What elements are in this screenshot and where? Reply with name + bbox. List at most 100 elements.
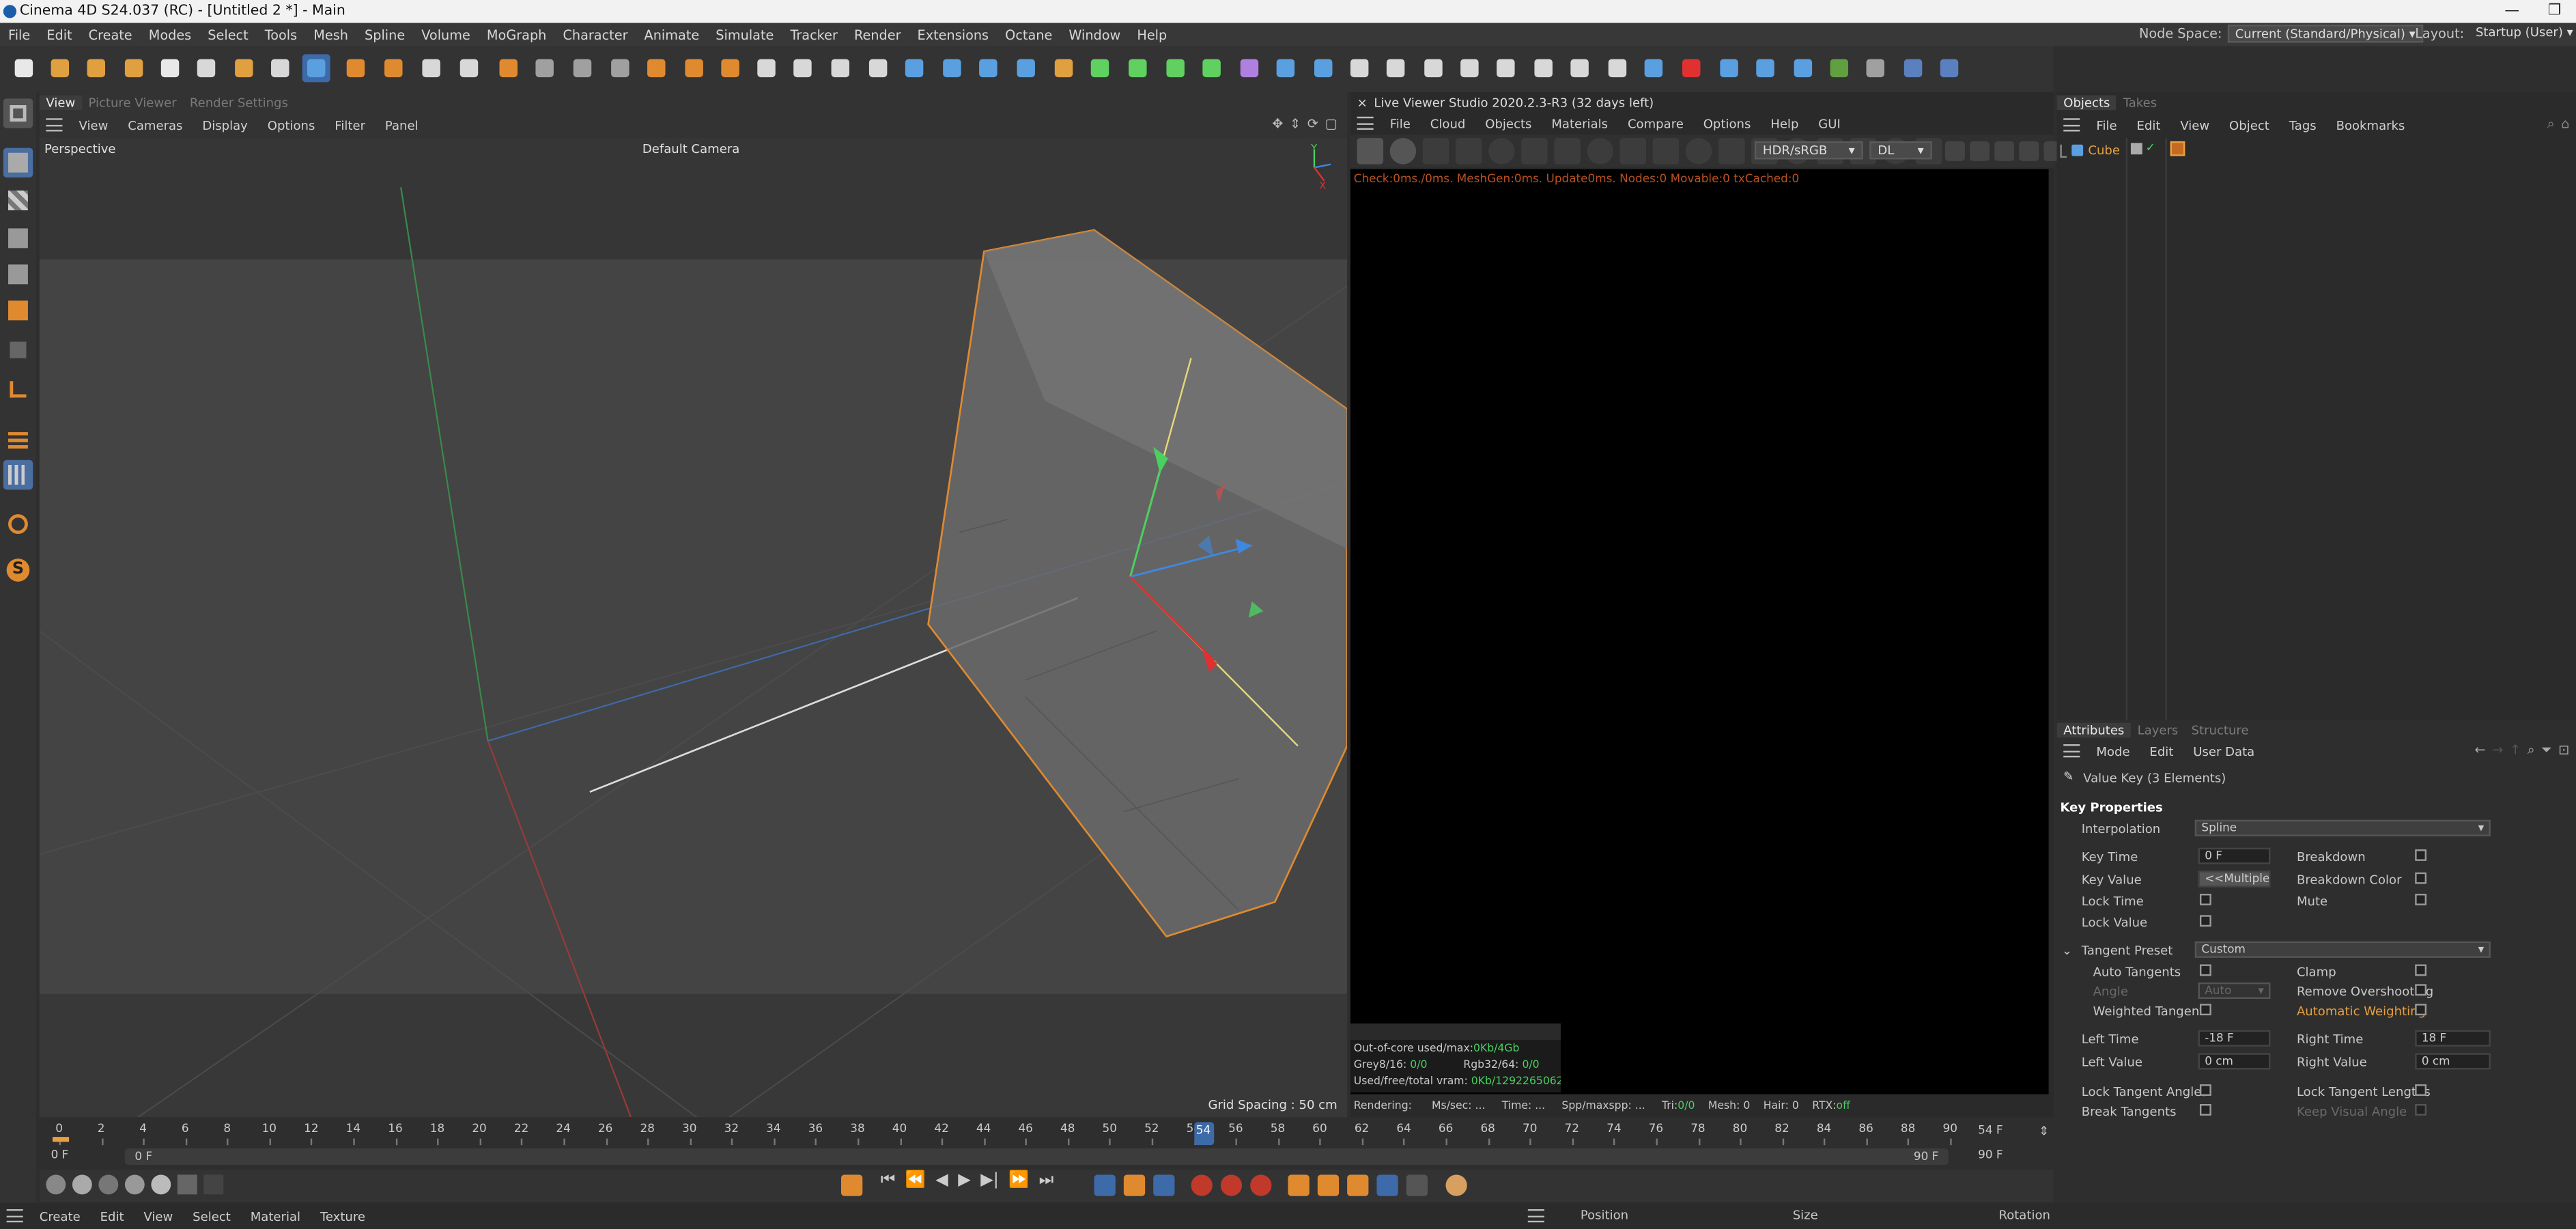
live-viewer-tool-icon[interactable] [1455, 138, 1482, 165]
attributes-menu-user-data[interactable]: User Data [2183, 744, 2265, 759]
objects-menu-icon[interactable] [2063, 118, 2080, 132]
live-viewer-extra-icon[interactable] [2019, 141, 2039, 161]
material-menu-texture[interactable]: Texture [310, 1209, 375, 1224]
toolbar-tool-icon[interactable] [193, 54, 221, 82]
play-icon[interactable]: ▶ [958, 1172, 971, 1189]
viewport-menu-panel[interactable]: Panel [375, 117, 428, 132]
texture-mode-icon[interactable] [3, 186, 33, 215]
toolbar-tool-icon[interactable] [1198, 54, 1226, 82]
toolbar-tool-icon[interactable] [826, 54, 854, 82]
toolbar-tool-icon[interactable] [1715, 54, 1743, 82]
object-row-cube[interactable]: Cube [2060, 141, 2120, 159]
attributes-menu-icon[interactable] [2063, 744, 2080, 758]
toolbar-tool-icon[interactable] [864, 54, 892, 82]
live-viewer-tool-icon[interactable] [1685, 138, 1712, 165]
remove-overshooting-checkbox[interactable] [2415, 984, 2427, 996]
menu-character[interactable]: Character [554, 27, 636, 42]
toolbar-tool-icon[interactable] [642, 54, 670, 82]
viewport-camera-label[interactable]: Default Camera [642, 141, 740, 156]
toolbar-tool-icon[interactable] [680, 54, 708, 82]
automatic-weighting-checkbox[interactable] [2415, 1004, 2427, 1016]
preview-range-icon[interactable] [1123, 1174, 1146, 1196]
range-slider[interactable]: 0 F 90 F [124, 1148, 1949, 1166]
prev-frame-icon[interactable]: ◀ [935, 1172, 948, 1189]
toolbar-tool-icon[interactable] [266, 54, 294, 82]
toolbar-tool-icon[interactable] [752, 54, 780, 82]
live-viewer-tool-icon[interactable] [1587, 138, 1613, 165]
viewport-menu-options[interactable]: Options [257, 117, 325, 132]
objects-menu-tags[interactable]: Tags [2279, 117, 2326, 132]
menu-volume[interactable]: Volume [413, 27, 479, 42]
lock-value-checkbox[interactable] [2199, 915, 2211, 927]
up-arrow-icon[interactable]: ↑ [2510, 743, 2521, 759]
toolbar-tool-icon[interactable] [716, 54, 744, 82]
polygon-mode-icon[interactable] [3, 296, 33, 325]
toolbar-tool-icon[interactable] [1639, 54, 1667, 82]
toolbar-tool-icon[interactable] [120, 54, 148, 82]
edge-mode-icon[interactable] [3, 259, 33, 289]
material-menu-icon[interactable] [6, 1209, 23, 1223]
lock-time-checkbox[interactable] [2199, 894, 2211, 905]
filter-icon[interactable]: ⏷ [2541, 743, 2551, 759]
coordinates-menu-icon[interactable] [1527, 1208, 1544, 1222]
live-viewer-menu-gui[interactable]: GUI [1809, 116, 1850, 131]
objects-menu-file[interactable]: File [2086, 117, 2127, 132]
keyframe-selection-icon[interactable] [1250, 1174, 1272, 1196]
tangent-collapse-icon[interactable]: ⌄ [2062, 943, 2072, 958]
clamp-checkbox[interactable] [2415, 964, 2427, 976]
live-viewer-tool-icon[interactable] [1422, 138, 1449, 165]
objects-menu-object[interactable]: Object [2220, 117, 2280, 132]
keep-visual-angle-checkbox[interactable] [2415, 1104, 2427, 1116]
toolbar-tool-icon[interactable] [417, 54, 445, 82]
attr-search-icon[interactable]: ⌕ [2528, 743, 2535, 759]
objects-menu-view[interactable]: View [2170, 117, 2220, 132]
toolbar-tool-icon[interactable] [1161, 54, 1189, 82]
minimize-button[interactable]: — [2491, 0, 2534, 23]
toolbar-tool-icon[interactable] [1346, 54, 1374, 82]
toolbar-tool-icon[interactable] [1236, 54, 1264, 82]
live-viewer-menu-help[interactable]: Help [1761, 116, 1809, 131]
toolbar-tool-icon[interactable] [1566, 54, 1594, 82]
tag-icon[interactable] [2170, 141, 2185, 156]
live-viewer-extra-icon[interactable] [1994, 141, 2015, 161]
live-viewer-tool-icon[interactable] [1389, 138, 1417, 165]
tab-structure[interactable]: Structure [2185, 722, 2255, 737]
toolbar-tool-icon[interactable] [938, 54, 966, 82]
auto-key-icon[interactable] [1220, 1174, 1243, 1196]
menu-extensions[interactable]: Extensions [909, 27, 997, 42]
toolbar-tool-icon[interactable] [302, 54, 330, 83]
viewport-menu-cameras[interactable]: Cameras [118, 117, 193, 132]
menu-simulate[interactable]: Simulate [707, 27, 782, 42]
menu-modes[interactable]: Modes [141, 27, 200, 42]
material-ball-icon[interactable] [98, 1174, 119, 1195]
perspective-viewport[interactable]: Perspective Default Camera Y X Grid Spac… [39, 138, 1348, 1118]
live-viewer-tool-icon[interactable] [1521, 138, 1548, 165]
toolbar-tool-icon[interactable] [1456, 54, 1484, 82]
timeline[interactable]: 0 2 4 6 8 10 12 14 16 18 20 22 24 26 28 30 32 34 36 38 40 42 4… [39, 1117, 2054, 1170]
attributes-menu-mode[interactable]: Mode [2086, 744, 2140, 759]
angle-dropdown[interactable]: Auto [2198, 982, 2271, 999]
key-time-field[interactable]: 0 F [2198, 847, 2271, 864]
right-value-field[interactable]: 0 cm [2415, 1053, 2491, 1070]
search-icon[interactable]: ⌕ [2547, 117, 2555, 133]
sound-icon[interactable] [1153, 1174, 1175, 1196]
uv-mode-icon[interactable] [3, 335, 33, 365]
record-keys-icon[interactable] [841, 1174, 863, 1196]
tab-takes[interactable]: Takes [2117, 96, 2164, 111]
menu-render[interactable]: Render [846, 27, 909, 42]
point-mode-icon[interactable] [3, 223, 33, 253]
menu-mesh[interactable]: Mesh [305, 27, 356, 42]
layout-dropdown[interactable]: Startup (User) ▾ [2469, 25, 2576, 42]
current-frame-stepper-icon[interactable]: ⇕ [2039, 1124, 2049, 1139]
toolbar-tool-icon[interactable] [342, 54, 370, 82]
move-view-icon[interactable]: ✥ [1272, 117, 1283, 132]
auto-tangents-checkbox[interactable] [2199, 964, 2211, 976]
toolbar-tool-icon[interactable] [1050, 54, 1078, 82]
menu-tracker[interactable]: Tracker [782, 27, 846, 42]
zoom-view-icon[interactable]: ⇕ [1290, 117, 1301, 132]
toolbar-tool-icon[interactable] [1492, 54, 1520, 82]
scheme-icon[interactable] [1445, 1174, 1467, 1196]
toolbar-tool-icon[interactable] [1899, 54, 1927, 82]
toolbar-tool-icon[interactable] [455, 54, 483, 82]
key-position-icon[interactable] [1288, 1174, 1310, 1196]
